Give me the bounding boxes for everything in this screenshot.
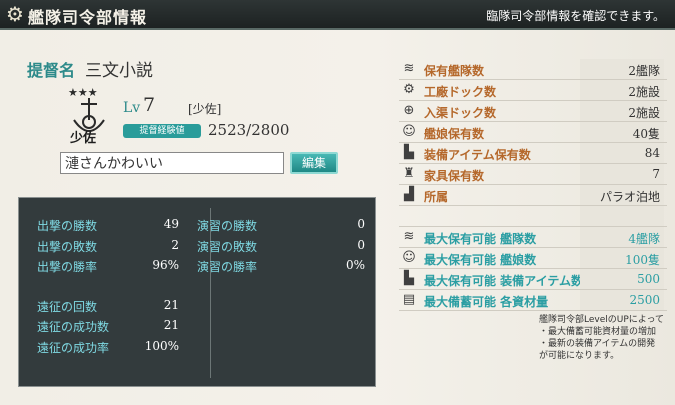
header-bar: ⚙ 艦隊司令部情報 臨隊司令部情報を確認できます。 bbox=[0, 0, 675, 30]
furniture-label: 家具保有数 bbox=[424, 169, 485, 183]
max-fleets-value: 4艦隊 bbox=[628, 232, 660, 246]
girls-value: 40隻 bbox=[632, 127, 660, 141]
base-label: 所属 bbox=[424, 190, 449, 204]
resource-box-icon: ▤ bbox=[402, 292, 416, 307]
value-cell: 7 bbox=[580, 164, 664, 184]
max-resources-row: ▤ 最大備蓄可能 各資材量 2500 bbox=[399, 290, 667, 311]
max-equip-row: ▙ 最大保有可能 装備アイテム数 500 bbox=[399, 269, 667, 290]
max-girls-label: 最大保有可能 艦娘数 bbox=[424, 253, 537, 267]
girls-row: ☺ 艦娘保有数 40隻 bbox=[399, 122, 667, 143]
value-cell: 84 bbox=[580, 143, 664, 163]
exercise-rate-value: 0% bbox=[345, 258, 365, 272]
sortie-wins-value: 49 bbox=[163, 217, 179, 231]
arsenal-row: ⚙ 工廠ドック数 2施設 bbox=[399, 80, 667, 101]
level-value: 7 bbox=[143, 94, 156, 116]
base-row: ▟ 所属 パラオ泊地 bbox=[399, 185, 667, 206]
repair-label: 入渠ドック数 bbox=[424, 106, 497, 120]
note-line: ・最大備蓄可能資材量の増加 bbox=[539, 327, 657, 337]
exp-value: 2523/2800 bbox=[208, 121, 290, 139]
admiral-name-label: 提督名 bbox=[27, 61, 76, 80]
sortie-rate-value: 96% bbox=[152, 258, 179, 272]
girl-icon: ☺ bbox=[402, 124, 416, 139]
furniture-value: 7 bbox=[652, 167, 660, 181]
fleets-value: 2艦隊 bbox=[628, 64, 660, 78]
note-line: 艦隊司令部LevelのUPによって bbox=[539, 315, 665, 325]
sortie-wins-label: 出撃の勝数 bbox=[37, 219, 98, 233]
gear-small-icon: ⚙ bbox=[403, 82, 415, 97]
value-cell: 4艦隊 bbox=[580, 227, 664, 247]
edit-button[interactable]: 編集 bbox=[290, 152, 338, 174]
furniture-icon: ♜ bbox=[403, 166, 415, 181]
note-line: ・最新の装備アイテムの開発 bbox=[539, 339, 656, 349]
value-cell: 100隻 bbox=[580, 248, 664, 268]
gear-icon: ⚙ bbox=[6, 2, 24, 26]
max-fleets-label: 最大保有可能 艦隊数 bbox=[424, 232, 537, 246]
max-resources-label: 最大備蓄可能 各資材量 bbox=[424, 295, 549, 309]
page-title: 艦隊司令部情報 bbox=[28, 8, 148, 27]
header-description: 臨隊司令部情報を確認できます。 bbox=[486, 9, 665, 23]
note-line: が可能になります。 bbox=[539, 351, 620, 361]
empty-row bbox=[399, 206, 667, 227]
exp-badge: 提督経験値 bbox=[123, 124, 201, 138]
fleets-row: ≋ 保有艦隊数 2艦隊 bbox=[399, 59, 667, 80]
value-cell bbox=[580, 206, 664, 226]
expedition-count-label: 遠征の回数 bbox=[37, 300, 98, 314]
value-cell: 40隻 bbox=[580, 122, 664, 142]
exercise-losses-value: 0 bbox=[357, 238, 365, 252]
arsenal-label: 工廠ドック数 bbox=[424, 85, 497, 99]
girl-icon: ☺ bbox=[402, 250, 416, 265]
exercise-wins-label: 演習の勝数 bbox=[197, 219, 258, 233]
comment-input[interactable] bbox=[60, 152, 284, 174]
max-resources-value: 2500 bbox=[629, 293, 660, 307]
expedition-rate-label: 遠征の成功率 bbox=[37, 341, 110, 355]
expedition-success-value: 21 bbox=[163, 318, 179, 332]
value-cell: パラオ泊地 bbox=[580, 185, 664, 205]
max-equip-label: 最大保有可能 装備アイテム数 bbox=[424, 274, 583, 288]
furniture-row: ♜ 家具保有数 7 bbox=[399, 164, 667, 185]
equip-row: ▙ 装備アイテム保有数 84 bbox=[399, 143, 667, 164]
rank-badge-text: 少佐 bbox=[69, 130, 96, 146]
rank-insignia-icon: ★★★ 少佐 bbox=[68, 86, 105, 146]
expedition-success-label: 遠征の成功数 bbox=[37, 320, 110, 334]
fleet-icon: ≋ bbox=[403, 229, 415, 244]
cannon-icon: ▙ bbox=[404, 271, 414, 286]
expedition-rate-value: 100% bbox=[144, 339, 179, 353]
fleet-icon: ≋ bbox=[403, 61, 415, 76]
girls-label: 艦娘保有数 bbox=[424, 127, 485, 141]
equip-value: 84 bbox=[644, 146, 660, 160]
exercise-losses-label: 演習の敗数 bbox=[197, 240, 258, 254]
rank-text: [少佐] bbox=[188, 102, 222, 116]
sortie-losses-label: 出撃の敗数 bbox=[37, 240, 98, 254]
fleets-label: 保有艦隊数 bbox=[424, 64, 485, 78]
sortie-rate-label: 出撃の勝率 bbox=[37, 260, 98, 274]
value-cell: 2施設 bbox=[580, 80, 664, 100]
level-up-note: 艦隊司令部LevelのUPによって ・最大備蓄可能資材量の増加 ・最新の装備アイ… bbox=[539, 314, 664, 362]
battle-stats-box: 出撃の勝数 49 出撃の敗数 2 出撃の勝率 96% 演習の勝数 0 演習の敗数… bbox=[18, 197, 376, 387]
sortie-losses-value: 2 bbox=[171, 238, 179, 252]
svg-text:★★★: ★★★ bbox=[68, 86, 98, 99]
repair-row: ⊕ 入渠ドック数 2施設 bbox=[399, 101, 667, 122]
value-cell: 500 bbox=[580, 269, 664, 289]
max-girls-row: ☺ 最大保有可能 艦娘数 100隻 bbox=[399, 248, 667, 269]
factory-icon: ▟ bbox=[404, 187, 414, 202]
admiral-name: 三文小説 bbox=[85, 61, 153, 81]
value-cell: 2500 bbox=[580, 290, 664, 310]
max-equip-value: 500 bbox=[637, 272, 660, 286]
base-value: パラオ泊地 bbox=[599, 190, 660, 204]
cannon-icon: ▙ bbox=[404, 145, 414, 160]
repair-cross-icon: ⊕ bbox=[403, 103, 415, 118]
max-girls-value: 100隻 bbox=[625, 253, 660, 267]
arsenal-value: 2施設 bbox=[628, 85, 660, 99]
value-cell: 2艦隊 bbox=[580, 59, 664, 79]
equip-label: 装備アイテム保有数 bbox=[424, 148, 531, 162]
exercise-rate-label: 演習の勝率 bbox=[197, 260, 258, 274]
expedition-count-value: 21 bbox=[163, 298, 179, 312]
repair-value: 2施設 bbox=[628, 106, 660, 120]
value-cell: 2施設 bbox=[580, 101, 664, 121]
exercise-wins-value: 0 bbox=[357, 217, 365, 231]
level-label: Lv bbox=[123, 100, 141, 116]
max-fleets-row: ≋ 最大保有可能 艦隊数 4艦隊 bbox=[399, 227, 667, 248]
